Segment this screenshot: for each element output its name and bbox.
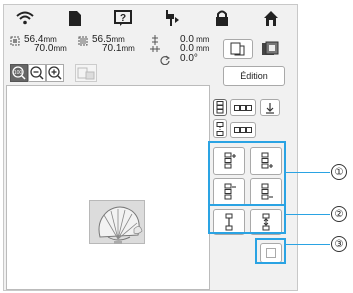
horizontal-spacing-icon bbox=[234, 127, 252, 133]
callout-leader-3 bbox=[286, 244, 330, 245]
horizontal-layout-button[interactable] bbox=[230, 99, 256, 116]
area-readout: 56.5mm 70.1mm bbox=[92, 35, 135, 54]
horizontal-spacing-button[interactable] bbox=[230, 122, 256, 138]
document-icon[interactable] bbox=[64, 7, 86, 29]
svg-text:100: 100 bbox=[14, 70, 23, 76]
zoom-out-button[interactable] bbox=[28, 64, 46, 82]
svg-text:?: ? bbox=[120, 13, 126, 24]
zoom-out-icon bbox=[30, 66, 44, 80]
vertical-spacing-icon bbox=[216, 121, 224, 136]
edit-button-label: Édition bbox=[240, 71, 268, 81]
rotation-icon bbox=[160, 55, 170, 65]
zoom-100-button[interactable]: 100 bbox=[10, 64, 28, 82]
callout-frame-2 bbox=[208, 204, 286, 234]
size-readout: 56.4mm 70.0mm bbox=[24, 35, 67, 54]
callout-number-3: ③ bbox=[331, 236, 347, 252]
offset-y-unit: mm bbox=[196, 44, 210, 53]
preview-icon bbox=[230, 42, 245, 56]
embroidery-icon[interactable] bbox=[161, 7, 183, 29]
move-down-button[interactable] bbox=[260, 99, 280, 116]
move-view-button[interactable] bbox=[75, 64, 97, 82]
help-icon[interactable]: ? bbox=[112, 7, 134, 29]
area-icon bbox=[78, 36, 88, 46]
edit-button[interactable]: Édition bbox=[223, 66, 285, 86]
callout-number-1: ① bbox=[331, 164, 347, 180]
shell-icon bbox=[98, 206, 143, 244]
arrow-down-icon bbox=[266, 102, 274, 114]
angle-readout: 0.0° bbox=[180, 53, 198, 64]
area-height-value: 70.1 bbox=[102, 43, 122, 54]
area-height-unit: mm bbox=[121, 44, 135, 53]
vertical-layout-button[interactable] bbox=[213, 99, 227, 116]
home-icon[interactable] bbox=[260, 7, 282, 29]
offset-x-unit: mm bbox=[196, 35, 210, 44]
callout-leader-1 bbox=[286, 172, 330, 173]
lock-icon[interactable] bbox=[211, 7, 233, 29]
vertical-spacing-button[interactable] bbox=[213, 119, 227, 138]
callout-frame-3 bbox=[255, 238, 286, 264]
callout-frame-1 bbox=[208, 141, 286, 206]
size-height-unit: mm bbox=[53, 44, 67, 53]
vertical-offset-icon bbox=[150, 46, 160, 52]
status-bar: ? bbox=[4, 5, 297, 31]
offset-readout: 0.0 mm 0.0 mm bbox=[180, 35, 210, 54]
embroidery-canvas[interactable] bbox=[6, 85, 210, 290]
embroidery-pattern[interactable] bbox=[89, 200, 145, 244]
zoom-in-icon bbox=[48, 66, 62, 80]
vertical-stack-icon bbox=[216, 101, 224, 114]
zoom-in-button[interactable] bbox=[46, 64, 64, 82]
size-height-value: 70.0 bbox=[34, 43, 54, 54]
callout-leader-2 bbox=[286, 214, 330, 215]
background-image-icon bbox=[262, 41, 279, 55]
hand-view-icon bbox=[77, 67, 95, 80]
size-icon bbox=[10, 36, 20, 46]
angle-value: 0.0° bbox=[180, 53, 198, 64]
horizontal-stack-icon bbox=[234, 104, 252, 111]
callout-number-2: ② bbox=[331, 206, 347, 222]
background-image-button[interactable] bbox=[259, 39, 281, 59]
wifi-icon[interactable] bbox=[14, 7, 36, 29]
preview-button[interactable] bbox=[223, 39, 253, 59]
